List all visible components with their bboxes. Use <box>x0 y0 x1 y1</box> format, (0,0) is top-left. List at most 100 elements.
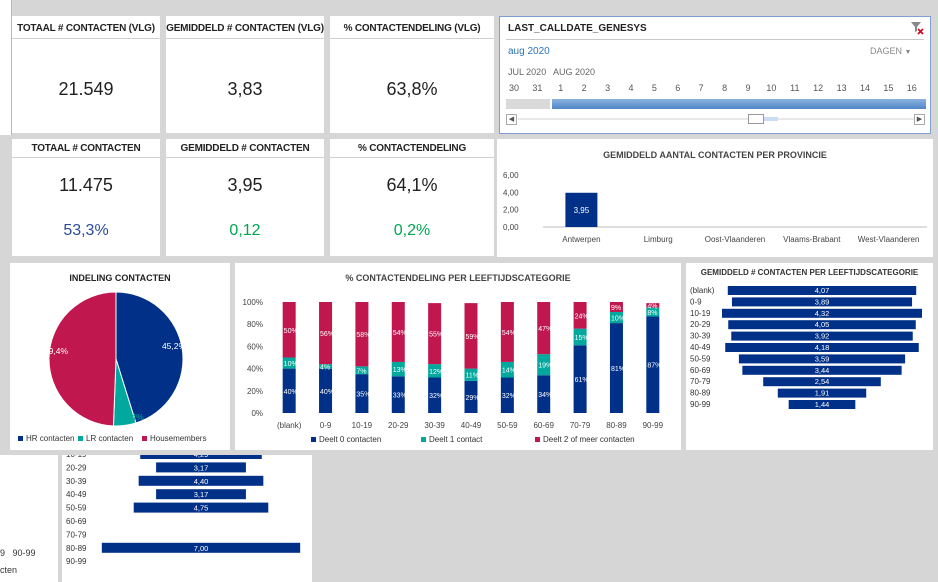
y-tick-label: 0-9 <box>690 297 702 306</box>
data-label: 3,59 <box>815 354 830 363</box>
data-label: 81% <box>611 366 625 373</box>
timeline-day[interactable]: 9 <box>740 83 756 93</box>
timeline-bar-selected[interactable] <box>552 99 926 109</box>
timeline-scroll-right[interactable]: ▶ <box>914 114 925 125</box>
legend-swatch <box>421 437 426 442</box>
y-tick-label: 40-49 <box>690 343 711 352</box>
x-tick-label: 40-49 <box>461 421 482 430</box>
y-tick-label: 80-89 <box>66 544 87 553</box>
data-label: 50% <box>284 328 298 335</box>
x-tick-label: 90-99 <box>643 421 664 430</box>
data-label: 33% <box>393 393 407 400</box>
timeline-day[interactable]: 31 <box>529 83 545 93</box>
data-label: 35% <box>356 392 370 399</box>
x-tick-label: 50-59 <box>497 421 518 430</box>
timeline-day[interactable]: 13 <box>834 83 850 93</box>
x-tick-label: (blank) <box>277 421 302 430</box>
timeline-day[interactable]: 1 <box>553 83 569 93</box>
data-label: 4,40 <box>194 477 209 486</box>
data-label: 19% <box>538 363 552 370</box>
background-axis-fragment: 9 90-99 <box>0 548 36 558</box>
legend-swatch <box>18 436 23 441</box>
y-tick-label: 2,00 <box>503 206 519 215</box>
y-tick-label: 10-19 <box>690 309 711 318</box>
x-tick-label: 80-89 <box>606 421 627 430</box>
legend-swatch <box>311 437 316 442</box>
timeline-day[interactable]: 7 <box>693 83 709 93</box>
x-tick-label: 70-79 <box>570 421 591 430</box>
timeline-slicer[interactable]: LAST_CALLDATE_GENESYS aug 2020 DAGEN ▼ J… <box>499 16 931 134</box>
y-tick-label: 60-69 <box>690 366 711 375</box>
data-label: 40% <box>320 389 334 396</box>
kpi-card-bottom-2: GEMIDDELD # CONTACTEN 3,95 0,12 <box>166 139 324 256</box>
y-tick-label: 80-89 <box>690 389 711 398</box>
data-label: 4,18 <box>815 343 830 352</box>
timeline-selected-period: aug 2020 <box>508 46 550 57</box>
data-label: 34% <box>538 392 552 399</box>
kpi-card-bottom-3: % CONTACTENDELING 64,1% 0,2% <box>330 139 494 256</box>
legend-label: Housemembers <box>150 434 206 443</box>
data-label: 24% <box>575 313 589 320</box>
y-tick-label: 80% <box>247 320 263 329</box>
x-tick-label: Vlaams-Brabant <box>783 235 841 244</box>
y-tick-label: 50-59 <box>66 504 87 513</box>
clear-filter-icon[interactable] <box>910 21 924 35</box>
timeline-bar-unselected[interactable] <box>506 99 550 109</box>
timeline-day[interactable]: 3 <box>600 83 616 93</box>
data-label: 5,4% <box>124 412 144 422</box>
background-chart-age-bars: 10-19 4,29 20-29 3,17 30-39 4,40 40-49 3,17 50-5… <box>62 449 312 582</box>
timeline-day[interactable]: 8 <box>717 83 733 93</box>
pie-slice <box>48 291 117 427</box>
y-tick-label: (blank) <box>690 286 715 295</box>
timeline-scrollbar-thumb[interactable] <box>748 114 764 124</box>
kpi-delta: 0,2% <box>393 222 431 239</box>
y-tick-label: 70-79 <box>690 377 711 386</box>
timeline-day[interactable]: 16 <box>904 83 920 93</box>
timeline-scrollbar-track[interactable] <box>518 118 914 120</box>
timeline-level-dropdown[interactable]: DAGEN ▼ <box>870 46 911 56</box>
kpi-title: TOTAAL # CONTACTEN <box>31 143 141 154</box>
data-label: 4% <box>320 364 330 371</box>
provincie-bar-chart: 0,00 2,00 4,00 6,00 Antwerpen 3,95 Limburg Oost… <box>503 171 927 244</box>
y-tick-label: 40-49 <box>66 490 87 499</box>
timeline-day[interactable]: 5 <box>646 83 662 93</box>
data-label: 3,92 <box>815 332 830 341</box>
kpi-card-top-3: % CONTACTENDELING (VLG) 63,8% <box>330 16 494 133</box>
kpi-delta: 53,3% <box>63 222 109 239</box>
legend-label: Deelt 1 contact <box>429 435 483 444</box>
timeline-day[interactable]: 30 <box>506 83 522 93</box>
y-tick-label: 20-29 <box>66 463 87 472</box>
data-label: 4,29 <box>194 455 209 459</box>
kpi-value: 63,8% <box>386 79 438 99</box>
kpi-title: GEMIDDELD # CONTACTEN (VLG) <box>166 23 324 34</box>
y-tick-label: 30-39 <box>66 477 87 486</box>
x-tick-label: 20-29 <box>388 421 409 430</box>
data-label: 7% <box>356 368 366 375</box>
kpi-value: 11.475 <box>59 175 113 195</box>
x-tick-label: West-Vlaanderen <box>858 235 920 244</box>
timeline-level-label: DAGEN <box>870 46 903 56</box>
data-label: 11% <box>466 373 480 380</box>
kpi-title: % CONTACTENDELING (VLG) <box>343 23 481 34</box>
timeline-scroll-left[interactable]: ◀ <box>506 114 517 125</box>
timeline-day[interactable]: 4 <box>623 83 639 93</box>
data-label: 4,07 <box>815 286 830 295</box>
data-label: 47% <box>538 326 552 333</box>
data-label: 40% <box>284 389 298 396</box>
x-tick-label: Antwerpen <box>562 235 600 244</box>
timeline-day[interactable]: 12 <box>810 83 826 93</box>
kpi-title: GEMIDDELD # CONTACTEN <box>180 143 310 154</box>
timeline-day[interactable]: 2 <box>576 83 592 93</box>
legend-label: Deelt 2 of meer contacten <box>543 435 635 444</box>
timeline-day[interactable]: 6 <box>670 83 686 93</box>
data-label: 9% <box>611 305 621 312</box>
data-label: 1,44 <box>815 400 830 409</box>
timeline-day[interactable]: 10 <box>763 83 779 93</box>
data-label: 29% <box>466 395 480 402</box>
timeline-day[interactable]: 11 <box>787 83 803 93</box>
data-label: 4,75 <box>194 504 209 513</box>
timeline-day[interactable]: 14 <box>857 83 873 93</box>
data-label: 54% <box>393 330 407 337</box>
x-tick-label: 30-39 <box>424 421 445 430</box>
timeline-day[interactable]: 15 <box>880 83 896 93</box>
